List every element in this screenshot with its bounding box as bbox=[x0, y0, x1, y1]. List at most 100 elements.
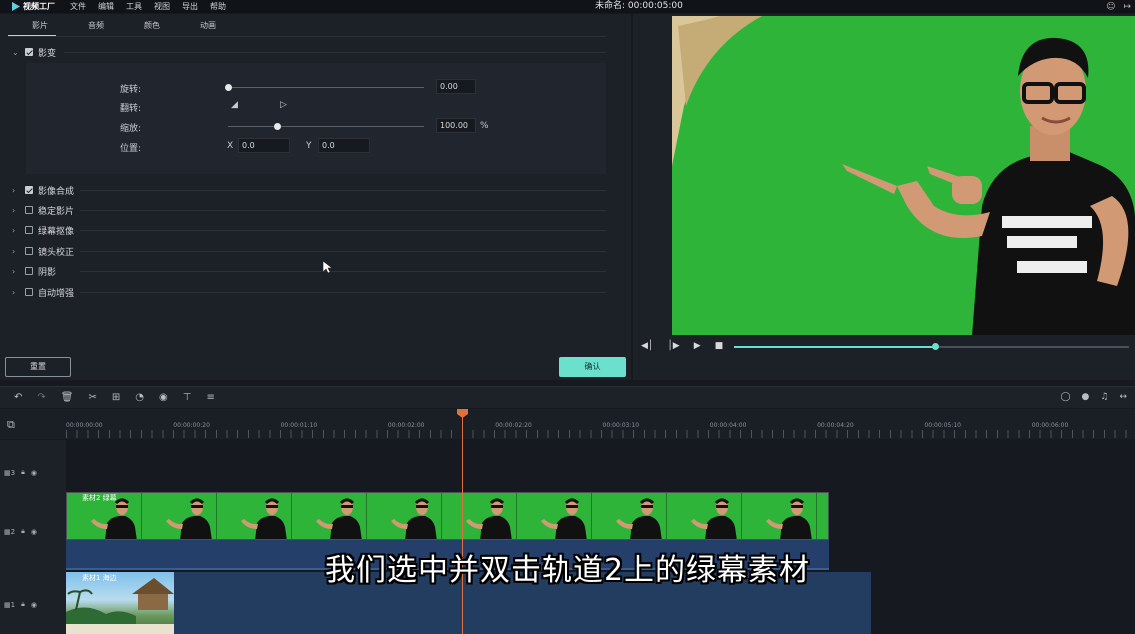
rotate-slider-knob[interactable] bbox=[225, 84, 232, 91]
previous-frame-icon[interactable]: ◀│ bbox=[641, 341, 653, 351]
chevron-right-icon[interactable]: › bbox=[12, 226, 20, 235]
preview-frame-image bbox=[672, 16, 1135, 335]
rotate-input[interactable]: 0.00 bbox=[436, 79, 476, 94]
music-icon[interactable]: ♫ bbox=[1100, 392, 1108, 402]
composite-checkbox[interactable] bbox=[25, 186, 33, 194]
playhead-line[interactable] bbox=[462, 410, 463, 634]
section-divider bbox=[80, 230, 606, 231]
logo-icon bbox=[12, 2, 20, 11]
section-shadow[interactable]: › 阴影 bbox=[12, 264, 56, 278]
eye-icon[interactable]: ◉ bbox=[31, 469, 37, 477]
menu-help[interactable]: 帮助 bbox=[210, 1, 226, 12]
green-screen-clip[interactable] bbox=[66, 492, 829, 540]
chevron-right-icon[interactable]: › bbox=[12, 247, 20, 256]
menu-export[interactable]: 导出 bbox=[182, 1, 198, 12]
lens-correction-checkbox[interactable] bbox=[25, 247, 33, 255]
rotate-slider-track[interactable] bbox=[228, 87, 424, 88]
section-stabilize[interactable]: › 稳定影片 bbox=[12, 203, 74, 217]
clip-thumbnail bbox=[442, 493, 517, 539]
eye-icon[interactable]: ◉ bbox=[31, 601, 37, 609]
section-composite[interactable]: › 影像合成 bbox=[12, 183, 74, 197]
section-auto-enhance[interactable]: › 自动增强 bbox=[12, 285, 74, 299]
chevron-right-icon[interactable]: › bbox=[12, 267, 20, 276]
menu-tools[interactable]: 工具 bbox=[126, 1, 142, 12]
track-3-header: ▦3 🔒︎ ◉ bbox=[4, 468, 37, 477]
track-3-number: 3 bbox=[10, 468, 16, 477]
cut-icon[interactable]: ✂ bbox=[88, 392, 96, 403]
stop-icon[interactable]: ■ bbox=[715, 341, 724, 351]
play-icon[interactable]: ▶ bbox=[694, 341, 701, 351]
more-icon[interactable]: ↦ bbox=[1123, 2, 1131, 12]
position-x-input[interactable]: 0.0 bbox=[238, 138, 290, 153]
adjust-icon[interactable]: ≡ bbox=[206, 392, 214, 403]
section-divider bbox=[80, 210, 606, 211]
section-transform[interactable]: ⌄ 影变 bbox=[12, 45, 56, 59]
section-composite-label: 影像合成 bbox=[38, 186, 75, 197]
transform-controls bbox=[26, 63, 606, 174]
flip-horizontal-icon[interactable]: ◢ bbox=[231, 100, 238, 110]
green-clip-audio[interactable] bbox=[66, 540, 829, 570]
speed-icon[interactable]: ◔ bbox=[135, 392, 144, 403]
redo-icon[interactable]: ↷ bbox=[37, 392, 45, 403]
menu-edit[interactable]: 编辑 bbox=[98, 1, 114, 12]
lock-icon[interactable]: 🔒︎ bbox=[21, 527, 25, 536]
microphone-icon[interactable]: ● bbox=[1082, 392, 1090, 402]
tab-animation[interactable]: 动画 bbox=[180, 20, 236, 31]
color-icon[interactable]: ◉ bbox=[159, 392, 168, 403]
flip-vertical-icon[interactable]: ▷ bbox=[280, 100, 287, 110]
section-lens-correction[interactable]: › 镜头校正 bbox=[12, 244, 74, 258]
add-track-icon[interactable]: ⧉ bbox=[7, 418, 15, 432]
playback-controls: ◀│ │▶ ▶ ■ bbox=[641, 341, 723, 351]
crop-icon[interactable]: ⊞ bbox=[112, 392, 120, 403]
marker-icon[interactable]: ◯ bbox=[1060, 392, 1070, 402]
scale-slider-knob[interactable] bbox=[274, 123, 281, 130]
logo-text: 视频工厂 bbox=[23, 2, 55, 11]
section-chroma-key-label: 绿幕抠像 bbox=[38, 226, 75, 237]
menu-view[interactable]: 视图 bbox=[154, 1, 170, 12]
lock-icon[interactable]: 🔒︎ bbox=[21, 600, 25, 609]
beach-clip-body[interactable] bbox=[174, 572, 871, 634]
eye-icon[interactable]: ◉ bbox=[31, 528, 37, 536]
chroma-key-checkbox[interactable] bbox=[25, 226, 33, 234]
timeline-tools: ↶ ↷ 🗑︎ ✂ ⊞ ◔ ◉ ⊤ ≡ bbox=[14, 386, 215, 408]
auto-enhance-checkbox[interactable] bbox=[25, 288, 33, 296]
tab-audio[interactable]: 音频 bbox=[68, 20, 124, 31]
section-divider bbox=[80, 251, 606, 252]
clip-thumbnail bbox=[517, 493, 592, 539]
menu-file[interactable]: 文件 bbox=[70, 1, 86, 12]
stabilize-checkbox[interactable] bbox=[25, 206, 33, 214]
tab-video[interactable]: 影片 bbox=[12, 20, 68, 31]
main-menu: 文件 编辑 工具 视图 导出 帮助 bbox=[70, 0, 226, 13]
ruler-tick-label: 00:00:00:00 bbox=[66, 422, 103, 429]
reset-button[interactable]: 重置 bbox=[5, 357, 71, 377]
fit-icon[interactable]: ↔ bbox=[1119, 392, 1127, 402]
edit-tabs: 影片 音频 颜色 动画 bbox=[12, 20, 236, 31]
delete-icon[interactable]: 🗑︎ bbox=[61, 392, 74, 403]
ok-button[interactable]: 确认 bbox=[559, 357, 626, 377]
green-clip-thumbnails bbox=[67, 493, 828, 539]
shadow-checkbox[interactable] bbox=[25, 267, 33, 275]
position-y-input[interactable]: 0.0 bbox=[318, 138, 370, 153]
film-icon: ▦1 bbox=[4, 600, 16, 609]
scale-input[interactable]: 100.00 bbox=[436, 118, 476, 133]
user-icon[interactable]: ☺ bbox=[1106, 2, 1115, 12]
next-frame-icon[interactable]: │▶ bbox=[667, 341, 679, 351]
undo-icon[interactable]: ↶ bbox=[14, 392, 22, 403]
scale-slider-track[interactable] bbox=[228, 126, 424, 127]
chevron-down-icon[interactable]: ⌄ bbox=[12, 48, 20, 57]
section-chroma-key[interactable]: › 绿幕抠像 bbox=[12, 223, 74, 237]
chevron-right-icon[interactable]: › bbox=[12, 206, 20, 215]
track-2-header: ▦2 🔒︎ ◉ bbox=[4, 527, 37, 536]
window-icons: ☺ ↦ bbox=[1106, 0, 1131, 13]
preview-viewer[interactable] bbox=[672, 16, 1135, 335]
chevron-right-icon[interactable]: › bbox=[12, 186, 20, 195]
lock-icon[interactable]: 🔒︎ bbox=[21, 468, 25, 477]
chevron-right-icon[interactable]: › bbox=[12, 288, 20, 297]
tab-color[interactable]: 颜色 bbox=[124, 20, 180, 31]
green-screen-icon[interactable]: ⊤ bbox=[183, 392, 192, 403]
section-divider bbox=[80, 190, 606, 191]
clip-thumbnail bbox=[217, 493, 292, 539]
mouse-cursor-icon bbox=[323, 261, 332, 274]
transform-checkbox[interactable] bbox=[25, 48, 33, 56]
film-icon: ▦3 bbox=[4, 468, 16, 477]
